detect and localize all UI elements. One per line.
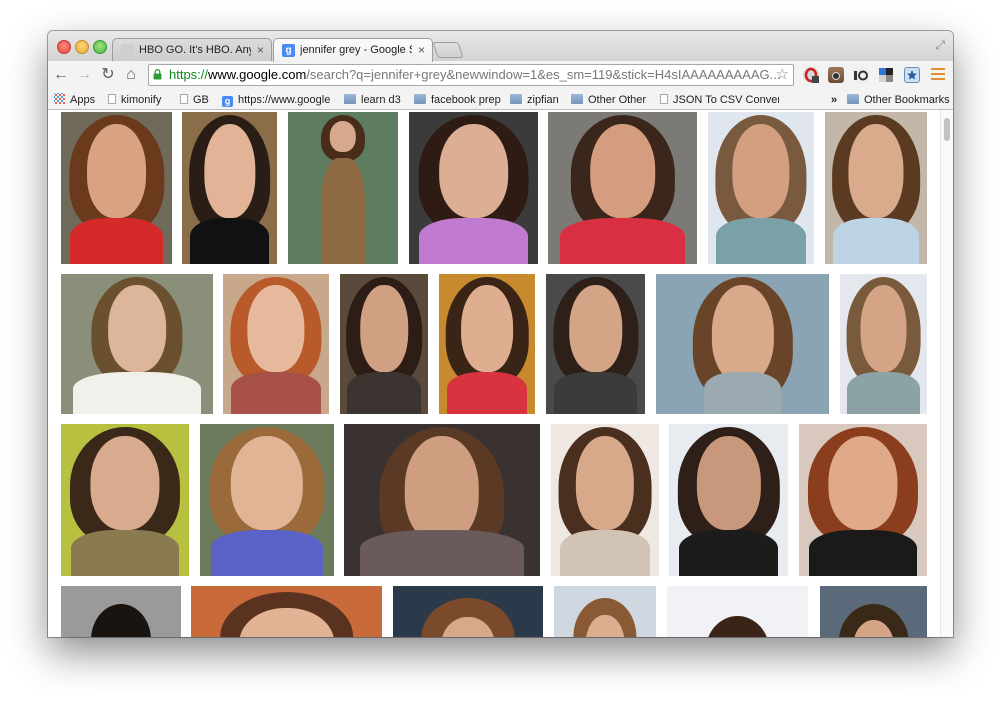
image-result-thumbnail[interactable]: [182, 112, 277, 264]
forward-button[interactable]: →: [75, 66, 93, 84]
image-result-thumbnail[interactable]: [191, 586, 382, 637]
folder-icon: [510, 94, 522, 104]
bookmark-label: Other Bookmarks: [864, 94, 950, 106]
bookmark-folder-other-bookmarks[interactable]: Other Bookmarks: [847, 93, 950, 107]
image-result-thumbnail[interactable]: [548, 112, 697, 264]
bookmark-label: Apps: [70, 94, 96, 106]
close-window-button[interactable]: [57, 40, 71, 54]
home-button[interactable]: ⌂: [122, 66, 140, 84]
image-result-thumbnail[interactable]: [61, 112, 172, 264]
bookmark-label: Other Other: [588, 94, 647, 106]
hbo-favicon-icon: [121, 44, 134, 57]
tab-close-icon[interactable]: ×: [257, 43, 264, 57]
image-result-thumbnail[interactable]: [288, 112, 398, 264]
bookmark-folder-facebook-prep[interactable]: facebook prep: [414, 93, 501, 107]
image-result-thumbnail[interactable]: [554, 586, 656, 637]
folder-icon: [847, 94, 859, 104]
image-result-thumbnail[interactable]: [223, 274, 329, 414]
url-text: https://www.google.com/search?q=jennifer…: [169, 65, 780, 85]
bookmark-label: https://www.google...: [238, 94, 330, 106]
google-icon: g: [222, 96, 233, 107]
image-result-thumbnail[interactable]: [340, 274, 428, 414]
bookmark-folder-learn-d3[interactable]: learn d3: [344, 93, 401, 107]
tab-google-search[interactable]: g jennifer grey - Google Sea ×: [273, 38, 433, 62]
extension-instagram-icon[interactable]: [828, 67, 844, 83]
image-result-thumbnail[interactable]: [393, 586, 543, 637]
image-result-thumbnail[interactable]: [708, 112, 814, 264]
image-result-thumbnail[interactable]: [667, 586, 808, 637]
bookmark-label: learn d3: [361, 94, 401, 106]
image-result-thumbnail[interactable]: [344, 424, 540, 576]
image-result-thumbnail[interactable]: [820, 586, 927, 637]
page-icon: [660, 94, 668, 104]
url-scheme: https://: [169, 67, 209, 82]
google-favicon-icon: g: [282, 44, 295, 57]
extension-delicious-icon[interactable]: [878, 67, 894, 83]
tab-title: jennifer grey - Google Sea: [300, 44, 412, 56]
image-result-thumbnail[interactable]: [61, 424, 189, 576]
bookmark-kimonify[interactable]: kimonify: [108, 93, 161, 107]
folder-icon: [414, 94, 426, 104]
tab-hbo-go[interactable]: HBO GO. It's HBO. Anywhe ×: [112, 38, 272, 61]
maximize-window-button[interactable]: [93, 40, 107, 54]
bookmark-star-icon[interactable]: ☆: [776, 65, 789, 85]
image-result-thumbnail[interactable]: [409, 112, 538, 264]
page-icon: [108, 94, 116, 104]
bookmark-label: GB: [193, 94, 209, 106]
fullscreen-icon[interactable]: ⤢: [935, 38, 945, 53]
url-path: /search?q=jennifer+grey&newwindow=1&es_s…: [306, 67, 781, 82]
image-result-thumbnail[interactable]: [551, 424, 659, 576]
bookmark-label: zipfian: [527, 94, 559, 106]
image-result-thumbnail[interactable]: [200, 424, 334, 576]
bookmark-apps[interactable]: Apps: [54, 93, 95, 107]
bookmark-label: facebook prep: [431, 94, 501, 106]
bookmark-google[interactable]: g https://www.google...: [222, 93, 330, 107]
scrollbar-thumb[interactable]: [944, 118, 950, 141]
bookmark-folder-zipfian[interactable]: zipfian: [510, 93, 559, 107]
bookmark-label: JSON To CSV Conver: [673, 94, 779, 106]
image-result-thumbnail[interactable]: [546, 274, 645, 414]
image-result-thumbnail[interactable]: [669, 424, 788, 576]
vertical-scrollbar[interactable]: [940, 110, 953, 637]
back-button[interactable]: ←: [52, 66, 70, 84]
tab-close-icon[interactable]: ×: [418, 43, 425, 57]
reload-button[interactable]: ↻: [99, 66, 117, 84]
new-tab-button[interactable]: [432, 42, 464, 58]
page-icon: [180, 94, 188, 104]
toolbar: ← → ↻ ⌂ https://www.google.com/search?q=…: [48, 61, 953, 91]
folder-icon: [571, 94, 583, 104]
address-bar[interactable]: https://www.google.com/search?q=jennifer…: [148, 64, 794, 86]
url-host: www.google.com: [208, 67, 307, 82]
bookmark-json-to-csv[interactable]: JSON To CSV Conver: [660, 93, 779, 107]
bookmarks-overflow-chevron-icon[interactable]: »: [831, 93, 837, 107]
menu-icon[interactable]: [931, 68, 945, 83]
extension-star-icon[interactable]: [904, 67, 920, 83]
image-result-thumbnail[interactable]: [656, 274, 829, 414]
image-result-thumbnail[interactable]: [840, 274, 927, 414]
apps-icon: [54, 93, 65, 104]
image-result-thumbnail[interactable]: [61, 586, 181, 637]
bookmark-gb[interactable]: GB: [180, 93, 209, 107]
bookmark-label: kimonify: [121, 94, 162, 106]
folder-icon: [344, 94, 356, 104]
bookmarks-bar: Apps kimonify GB g https://www.google... …: [48, 91, 953, 110]
tab-strip: HBO GO. It's HBO. Anywhe × g jennifer gr…: [48, 31, 953, 62]
lock-icon: [153, 69, 162, 80]
image-result-thumbnail[interactable]: [825, 112, 927, 264]
image-results-grid: [48, 110, 953, 637]
bookmark-folder-other-other[interactable]: Other Other: [571, 93, 646, 107]
minimize-window-button[interactable]: [75, 40, 89, 54]
tab-title: HBO GO. It's HBO. Anywhe: [139, 44, 251, 56]
extension-opera-icon[interactable]: [803, 67, 819, 83]
image-result-thumbnail[interactable]: [61, 274, 213, 414]
image-result-thumbnail[interactable]: [439, 274, 535, 414]
extension-io-icon[interactable]: [853, 67, 869, 83]
image-result-thumbnail[interactable]: [799, 424, 927, 576]
browser-window: HBO GO. It's HBO. Anywhe × g jennifer gr…: [48, 31, 953, 637]
